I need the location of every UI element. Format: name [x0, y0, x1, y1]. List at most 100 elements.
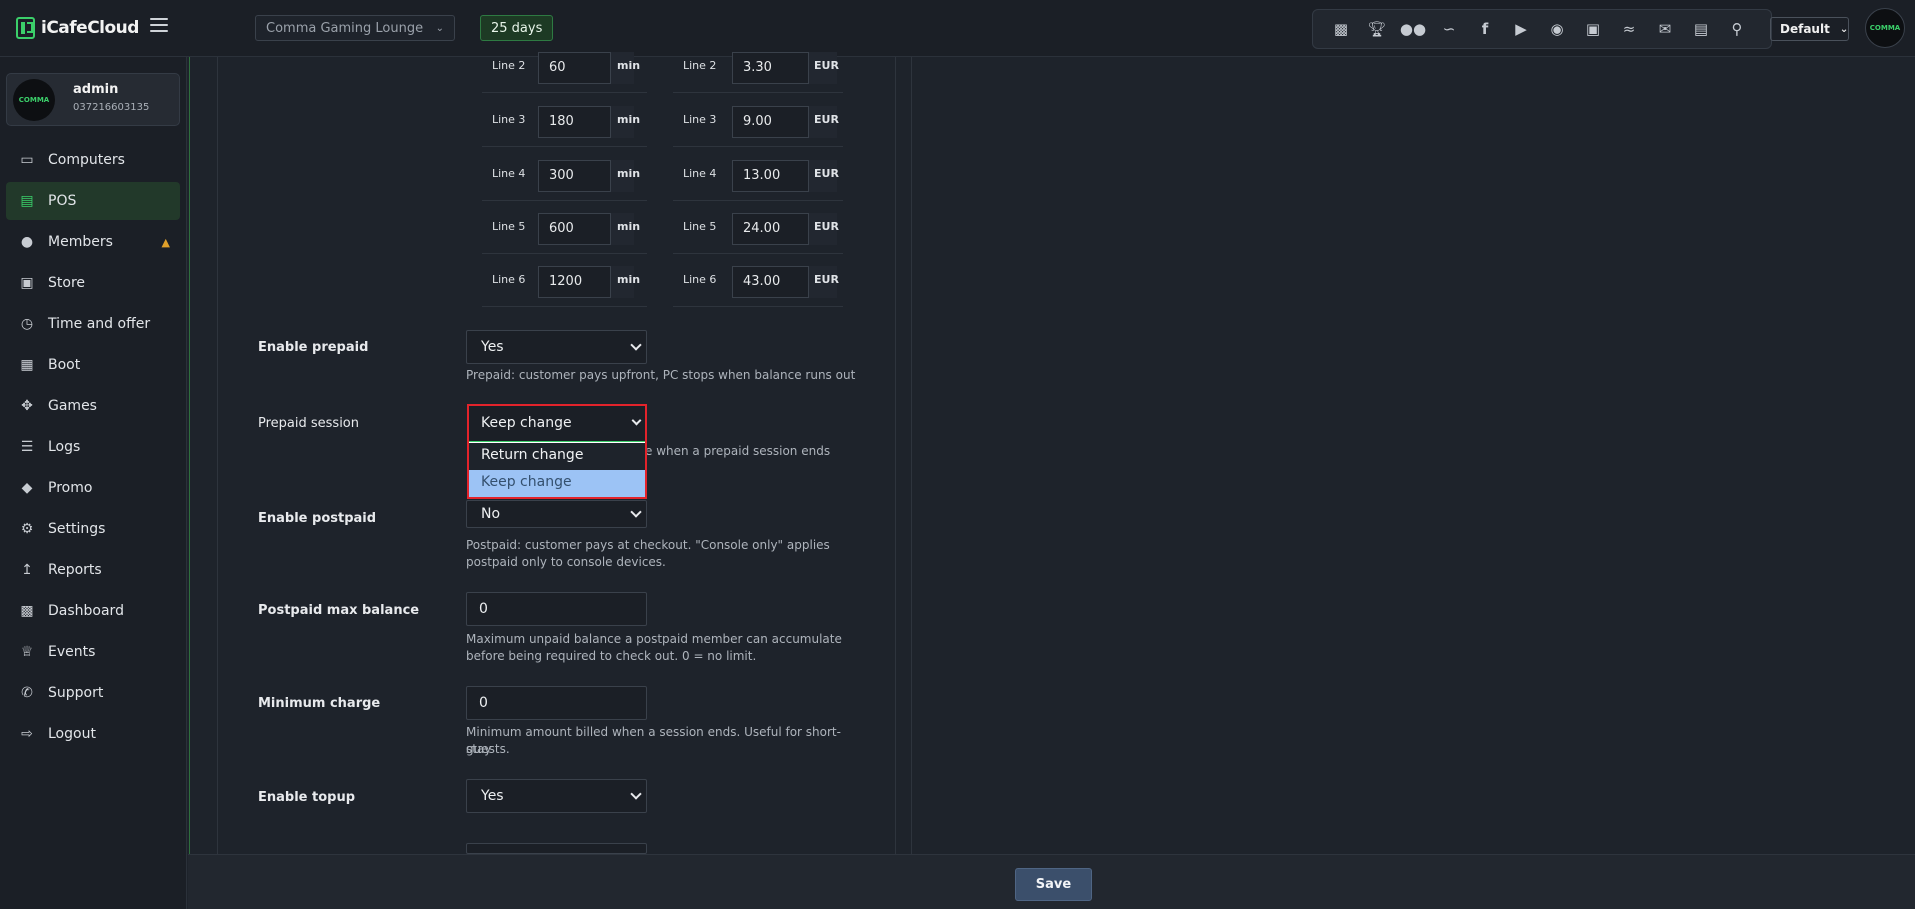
sidebar-item-dashboard[interactable]: ▩ Dashboard [6, 592, 180, 630]
minimum-charge-input[interactable]: 0 [466, 686, 647, 720]
next-setting-input[interactable] [466, 843, 647, 854]
sidebar: COMMA admin 037216603135 ▭ Computers ▤ POS… [0, 57, 187, 909]
sidebar-item-label: Games [48, 398, 97, 414]
sidebar-item-label: Support [48, 685, 104, 701]
sidebar-item-label: Reports [48, 562, 102, 578]
option-return-change[interactable]: Return change [469, 443, 645, 470]
enable-prepaid-help: Prepaid: customer pays upfront, PC stops… [466, 368, 856, 382]
brand-logo[interactable]: iCafeCloud [16, 17, 139, 39]
mail-icon[interactable]: ✉ [1647, 11, 1683, 47]
unit-label: min [617, 220, 641, 233]
postpaid-max-balance-help-1: Maximum unpaid balance a postpaid member… [466, 632, 842, 646]
unit-label: min [617, 113, 641, 126]
sidebar-item-support[interactable]: ✆ Support [6, 674, 180, 712]
time-line-row: Line 6 1200 min [482, 254, 647, 307]
globe-icon[interactable]: ◉ [1539, 11, 1575, 47]
sidebar-item-label: Dashboard [48, 603, 124, 619]
app-logo-icon[interactable]: ▣ [1575, 11, 1611, 47]
time-line-row: Line 4 300 min [482, 148, 647, 201]
minutes-input[interactable]: 600 [538, 213, 611, 245]
sidebar-item-games[interactable]: ✥ Games [6, 387, 180, 425]
sidebar-item-label: Promo [48, 480, 93, 496]
sidebar-item-label: Settings [48, 521, 106, 537]
enable-prepaid-select[interactable]: Yes [466, 330, 647, 364]
minutes-input[interactable]: 180 [538, 106, 611, 138]
unit-label: min [617, 273, 641, 286]
language-select[interactable]: Default ⌄ [1770, 17, 1849, 41]
sidebar-item-label: Members [48, 234, 113, 250]
bag-icon: ▣ [20, 275, 34, 291]
users-icon[interactable]: ●● [1395, 11, 1431, 47]
trophy-icon[interactable]: 🏆︎ [1359, 11, 1395, 47]
user-card[interactable]: COMMA admin 037216603135 [6, 73, 180, 126]
line-label: Line 5 [683, 220, 717, 233]
unit-label: EUR [814, 59, 839, 72]
sidebar-item-promo[interactable]: ◆ Promo [6, 469, 180, 507]
price-line-row: Line 4 13.00 EUR [673, 148, 843, 201]
chevron-down-icon [630, 339, 642, 351]
chevron-down-icon: ⌄ [1839, 23, 1849, 35]
sidebar-item-logout[interactable]: ⇨ Logout [6, 715, 180, 753]
license-days-badge: 25 days [480, 15, 554, 41]
minutes-input[interactable]: 1200 [538, 266, 611, 298]
chart-icon[interactable]: ▩ [1323, 11, 1359, 47]
logout-icon: ⇨ [21, 726, 33, 742]
app-logo-icon [16, 17, 35, 39]
time-line-row: Line 3 180 min [482, 94, 647, 147]
enable-topup-label: Enable topup [258, 790, 356, 805]
tag-icon: ◆ [21, 480, 33, 496]
sidebar-item-store[interactable]: ▣ Store [6, 264, 180, 302]
handshake-icon[interactable]: ≈ [1611, 11, 1647, 47]
price-input[interactable]: 13.00 [732, 160, 809, 192]
save-button[interactable]: Save [1015, 868, 1092, 901]
postpaid-max-balance-input[interactable]: 0 [466, 592, 647, 626]
line-label: Line 3 [492, 113, 526, 126]
postpaid-max-balance-label: Postpaid max balance [258, 603, 420, 618]
sidebar-item-pos[interactable]: ▤ POS [6, 182, 180, 220]
sidebar-item-computers[interactable]: ▭ Computers [6, 141, 180, 179]
facebook-icon[interactable]: f [1467, 11, 1503, 47]
price-input[interactable]: 3.30 [732, 52, 809, 84]
sidebar-item-events[interactable]: ♕ Events [6, 633, 180, 671]
unit-label: EUR [814, 273, 839, 286]
footer-bar: Save [188, 854, 1915, 909]
users-icon: ● [20, 234, 34, 250]
prepaid-session-dropdown[interactable]: Keep change Return change Keep change [467, 404, 647, 499]
price-input[interactable]: 9.00 [732, 106, 809, 138]
minutes-input[interactable]: 300 [538, 160, 611, 192]
menu-toggle-icon[interactable] [150, 18, 168, 32]
prepaid-session-label: Prepaid session [258, 416, 360, 431]
sidebar-item-time-and-offer[interactable]: ◷ Time and offer [6, 305, 180, 343]
top-bar: iCafeCloud Comma Gaming Lounge ⌄ 25 days… [0, 0, 1915, 57]
prepaid-session-select[interactable]: Keep change [469, 406, 645, 442]
postpaid-max-balance-help-2: before being required to check out. 0 = … [466, 649, 757, 663]
enable-postpaid-select[interactable]: No [466, 500, 647, 528]
sidebar-item-logs[interactable]: ☰ Logs [6, 428, 180, 466]
youtube-icon[interactable]: ▶ [1503, 11, 1539, 47]
icon-tray: ▩ 🏆︎ ●● ∽ f ▶ ◉ ▣ ≈ ✉ ▤ ⚲ [1312, 9, 1772, 49]
enable-postpaid-help-1: Postpaid: customer pays at checkout. "Co… [466, 538, 830, 552]
avatar[interactable]: COMMA [1865, 8, 1905, 48]
sidebar-item-label: Computers [48, 152, 125, 168]
sidebar-item-label: Logout [48, 726, 96, 742]
sidebar-item-members[interactable]: ● Members ▲ [6, 223, 180, 261]
enable-topup-select[interactable]: Yes [466, 779, 647, 813]
minimum-charge-help-2: guests. [466, 742, 510, 756]
price-input[interactable]: 43.00 [732, 266, 809, 298]
sidebar-item-settings[interactable]: ⚙ Settings [6, 510, 180, 548]
chat-icon[interactable]: ▤ [1683, 11, 1719, 47]
unit-label: min [617, 167, 641, 180]
sidebar-item-reports[interactable]: ↥ Reports [6, 551, 180, 589]
sidebar-item-label: Boot [48, 357, 81, 373]
option-keep-change[interactable]: Keep change [469, 470, 645, 497]
line-label: Line 2 [683, 59, 717, 72]
site-select[interactable]: Comma Gaming Lounge ⌄ [255, 15, 455, 41]
price-input[interactable]: 24.00 [732, 213, 809, 245]
minutes-input[interactable]: 60 [538, 52, 611, 84]
sidebar-item-boot[interactable]: ▦ Boot [6, 346, 180, 384]
rss-icon[interactable]: ∽ [1431, 11, 1467, 47]
unit-label: EUR [814, 220, 839, 233]
search-icon[interactable]: ⚲ [1719, 11, 1755, 47]
unit-label: EUR [814, 113, 839, 126]
sidebar-item-label: Time and offer [48, 316, 151, 332]
